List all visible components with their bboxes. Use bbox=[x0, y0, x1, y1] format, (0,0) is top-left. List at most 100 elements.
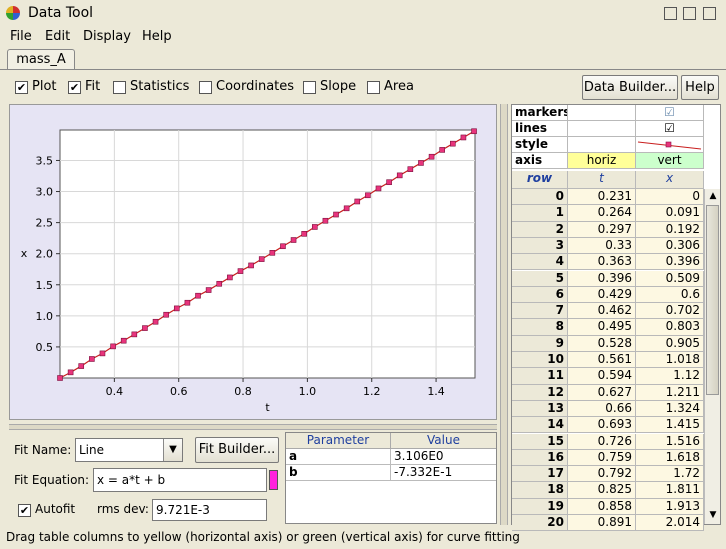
menu-edit[interactable]: Edit bbox=[45, 29, 70, 44]
axis-vert[interactable]: vert bbox=[636, 153, 704, 169]
param-value-b[interactable]: -7.332E-1 bbox=[391, 465, 496, 481]
cell-t[interactable]: 0.33 bbox=[568, 237, 636, 255]
prop-style-t bbox=[568, 137, 636, 153]
cell-x[interactable]: 0.509 bbox=[636, 270, 704, 287]
cell-t[interactable]: 0.462 bbox=[568, 303, 636, 320]
plot-panel[interactable]: 0.4 0.6 0.8 1.0 1.2 1.4 0.5 1.0 1.5 2.0 2.5 3.0 3.5 t… bbox=[9, 104, 497, 420]
row-index: 8 bbox=[512, 319, 568, 336]
row-index: 1 bbox=[512, 205, 568, 222]
cell-t[interactable]: 0.726 bbox=[568, 433, 636, 450]
menu-display[interactable]: Display bbox=[83, 29, 131, 44]
cell-x[interactable]: 0.192 bbox=[636, 221, 704, 238]
cell-t[interactable]: 0.594 bbox=[568, 368, 636, 385]
cell-t[interactable]: 0.759 bbox=[568, 449, 636, 467]
cell-x[interactable]: 1.018 bbox=[636, 352, 704, 369]
menu-help[interactable]: Help bbox=[142, 29, 172, 44]
cell-x[interactable]: 1.72 bbox=[636, 466, 704, 483]
lines-checkbox[interactable]: ☑ bbox=[636, 121, 704, 137]
fit-checkbox[interactable]: ✔ bbox=[68, 81, 81, 94]
param-header-value[interactable]: Value bbox=[391, 433, 496, 449]
slope-checkbox[interactable] bbox=[303, 81, 316, 94]
cell-x[interactable]: 0.905 bbox=[636, 335, 704, 352]
area-checkbox[interactable] bbox=[367, 81, 380, 94]
cell-t[interactable]: 0.429 bbox=[568, 286, 636, 304]
x-tick-label: 1.2 bbox=[363, 385, 381, 398]
col-header-x[interactable]: x bbox=[636, 171, 704, 189]
markers-checkbox[interactable]: ☑ bbox=[636, 105, 704, 121]
cell-t[interactable]: 0.858 bbox=[568, 498, 636, 515]
row-index: 3 bbox=[512, 237, 568, 255]
cell-t[interactable]: 0.825 bbox=[568, 482, 636, 499]
fit-name-value: Line bbox=[79, 443, 105, 457]
cell-x[interactable]: 1.913 bbox=[636, 498, 704, 515]
row-index: 16 bbox=[512, 449, 568, 467]
data-builder-button[interactable]: Data Builder... bbox=[582, 75, 678, 100]
cell-t[interactable]: 0.66 bbox=[568, 400, 636, 418]
cell-t[interactable]: 0.495 bbox=[568, 319, 636, 336]
scroll-thumb[interactable] bbox=[706, 205, 719, 395]
cell-x[interactable]: 0.702 bbox=[636, 303, 704, 320]
y-tick-label: 1.0 bbox=[36, 310, 54, 323]
cell-x[interactable]: 1.811 bbox=[636, 482, 704, 499]
row-index: 4 bbox=[512, 254, 568, 271]
param-header-parameter[interactable]: Parameter bbox=[286, 433, 391, 449]
split-divider[interactable] bbox=[500, 104, 508, 525]
cell-t[interactable]: 0.627 bbox=[568, 384, 636, 401]
statistics-checkbox[interactable] bbox=[113, 81, 126, 94]
coordinates-checkbox[interactable] bbox=[199, 81, 212, 94]
cell-t[interactable]: 0.528 bbox=[568, 335, 636, 352]
style-swatch[interactable] bbox=[636, 137, 704, 153]
x-tick-label: 1.4 bbox=[427, 385, 445, 398]
cell-x[interactable]: 1.415 bbox=[636, 417, 704, 434]
plot-svg[interactable]: 0.4 0.6 0.8 1.0 1.2 1.4 0.5 1.0 1.5 2.0 2.5 3.0 3.5 t… bbox=[10, 105, 496, 419]
cell-t[interactable]: 0.297 bbox=[568, 221, 636, 238]
fit-builder-button[interactable]: Fit Builder... bbox=[195, 437, 279, 463]
cell-x[interactable]: 0.803 bbox=[636, 319, 704, 336]
rms-dev-field[interactable]: 9.721E-3 bbox=[152, 499, 267, 521]
close-icon[interactable] bbox=[703, 7, 716, 20]
tab-mass-a[interactable]: mass_A bbox=[7, 49, 75, 69]
row-index: 14 bbox=[512, 417, 568, 434]
row-index: 0 bbox=[512, 189, 568, 206]
col-header-row[interactable]: row bbox=[512, 171, 568, 189]
cell-x[interactable]: 0.091 bbox=[636, 205, 704, 222]
cell-x[interactable]: 0.306 bbox=[636, 237, 704, 255]
cell-x[interactable]: 0 bbox=[636, 189, 704, 206]
scroll-down-icon[interactable]: ▼ bbox=[706, 508, 720, 522]
cell-x[interactable]: 0.6 bbox=[636, 286, 704, 304]
y-tick-label: 0.5 bbox=[36, 341, 54, 354]
cell-x[interactable]: 1.12 bbox=[636, 368, 704, 385]
scroll-up-icon[interactable]: ▲ bbox=[706, 189, 720, 203]
cell-x[interactable]: 0.396 bbox=[636, 254, 704, 271]
cell-t[interactable]: 0.231 bbox=[568, 189, 636, 206]
cell-t[interactable]: 0.396 bbox=[568, 270, 636, 287]
menu-file[interactable]: File bbox=[10, 29, 32, 44]
axis-horiz[interactable]: horiz bbox=[568, 153, 636, 169]
minimize-icon[interactable] bbox=[664, 7, 677, 20]
data-point bbox=[142, 325, 148, 331]
horizontal-divider[interactable] bbox=[9, 424, 497, 430]
data-point bbox=[195, 292, 201, 299]
cell-x[interactable]: 1.211 bbox=[636, 384, 704, 401]
cell-x[interactable]: 1.516 bbox=[636, 433, 704, 450]
cell-t[interactable]: 0.561 bbox=[568, 352, 636, 369]
autofit-checkbox[interactable]: ✔ bbox=[18, 504, 31, 517]
help-button[interactable]: Help bbox=[681, 75, 719, 100]
col-header-t[interactable]: t bbox=[568, 171, 636, 189]
data-point bbox=[237, 268, 244, 274]
maximize-icon[interactable] bbox=[683, 7, 696, 20]
cell-t[interactable]: 0.792 bbox=[568, 466, 636, 483]
cell-t[interactable]: 0.264 bbox=[568, 205, 636, 222]
fit-equation-field[interactable]: x = a*t + b bbox=[93, 468, 267, 492]
fit-name-select[interactable]: Line ▼ bbox=[75, 438, 183, 462]
plot-checkbox[interactable]: ✔ bbox=[15, 81, 28, 94]
row-index: 9 bbox=[512, 335, 568, 352]
cell-t[interactable]: 0.363 bbox=[568, 254, 636, 271]
param-value-a[interactable]: 3.106E0 bbox=[391, 449, 496, 465]
cell-x[interactable]: 1.324 bbox=[636, 400, 704, 418]
chevron-down-icon[interactable]: ▼ bbox=[163, 439, 182, 461]
fit-color-swatch[interactable] bbox=[269, 470, 278, 490]
cell-x[interactable]: 1.618 bbox=[636, 449, 704, 467]
vertical-scrollbar[interactable]: ▲ ▼ bbox=[704, 189, 720, 524]
cell-t[interactable]: 0.693 bbox=[568, 417, 636, 434]
